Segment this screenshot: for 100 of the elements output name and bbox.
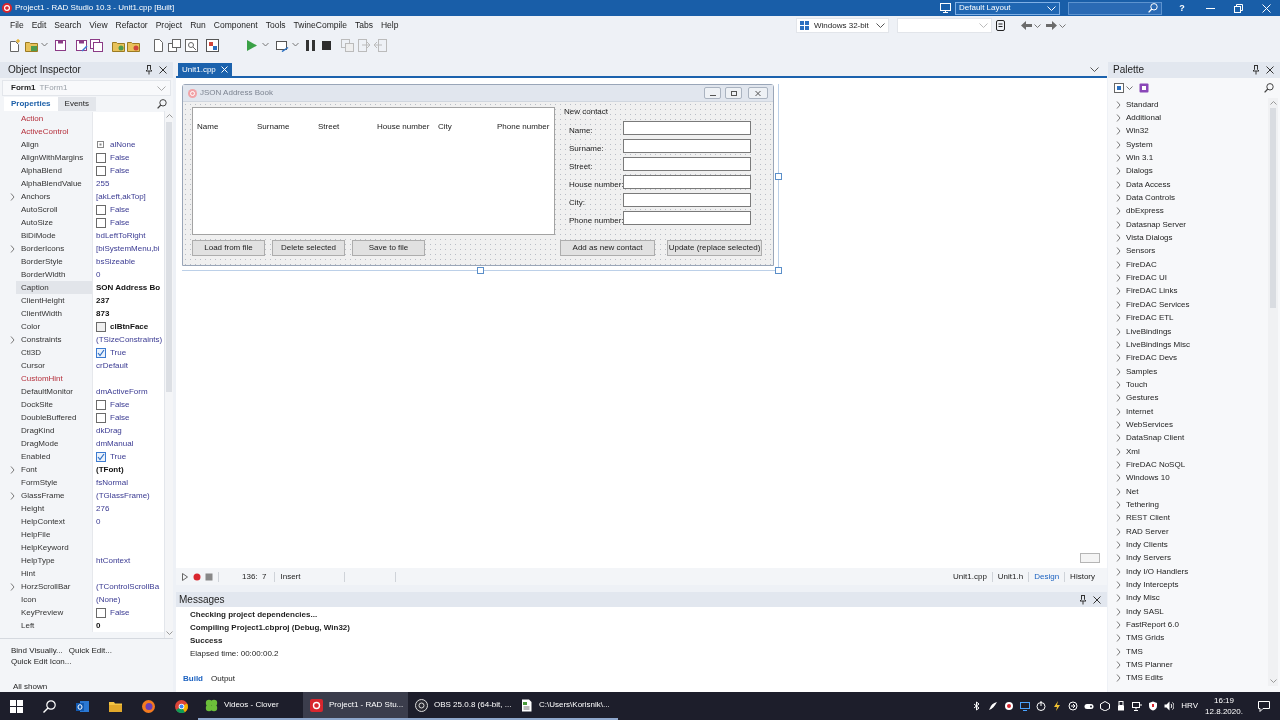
chevron-right-icon[interactable] <box>10 491 15 500</box>
palette-category[interactable]: FireDAC ETL <box>1126 314 1174 323</box>
open-folder-icon[interactable] <box>112 39 125 52</box>
chevron-right-icon[interactable] <box>1116 314 1121 323</box>
chevron-right-icon[interactable] <box>1116 154 1121 163</box>
chevron-right-icon[interactable] <box>1116 220 1121 229</box>
window-pen-icon[interactable] <box>276 39 289 52</box>
form-squares-icon[interactable] <box>206 39 219 52</box>
menu-item[interactable]: View <box>85 21 112 30</box>
palette-category[interactable]: Indy Servers <box>1126 554 1171 563</box>
maximize-button[interactable] <box>725 87 742 99</box>
power-icon[interactable] <box>1036 701 1047 711</box>
search-icon[interactable] <box>1264 83 1274 93</box>
target-icon[interactable] <box>1004 701 1015 711</box>
close-icon[interactable] <box>1093 595 1101 604</box>
forward-arrow-icon[interactable] <box>1046 21 1057 30</box>
vertical-scrollbar[interactable] <box>164 111 173 638</box>
palette-category[interactable]: WebServices <box>1126 420 1173 429</box>
resize-handle-icon[interactable] <box>775 173 782 180</box>
link[interactable]: Bind Visually... <box>11 646 63 655</box>
menu-item[interactable]: Component <box>209 21 262 30</box>
help-button[interactable]: ? <box>1176 3 1188 13</box>
palette-category[interactable]: Indy Clients <box>1126 541 1168 549</box>
chevron-right-icon[interactable] <box>1116 420 1121 429</box>
menu-item[interactable]: Search <box>50 21 86 30</box>
chevron-right-icon[interactable] <box>1116 594 1121 603</box>
toggle-icon[interactable] <box>1084 701 1095 711</box>
mail-app-icon[interactable] <box>76 699 89 713</box>
menu-item[interactable]: Tabs <box>350 21 377 30</box>
stop-icon[interactable] <box>320 39 333 52</box>
chevron-right-icon[interactable] <box>10 582 15 591</box>
chevron-right-icon[interactable] <box>1116 180 1121 189</box>
clock-time[interactable]: 16:19 <box>1214 696 1234 705</box>
hexagon-icon[interactable] <box>1100 701 1111 711</box>
chevron-right-icon[interactable] <box>1116 647 1121 656</box>
chevron-right-icon[interactable] <box>1116 434 1121 443</box>
palette-category[interactable]: dbExpress <box>1126 207 1164 216</box>
messages-tab[interactable]: Build <box>179 675 207 683</box>
chevron-right-icon[interactable] <box>1116 127 1121 136</box>
menu-item[interactable]: Tools <box>261 21 290 30</box>
chevron-right-icon[interactable] <box>1116 380 1121 389</box>
form-button[interactable]: Delete selected <box>272 240 345 256</box>
chevron-right-icon[interactable] <box>1116 460 1121 469</box>
chevron-right-icon[interactable] <box>1116 300 1121 309</box>
frame-icon[interactable] <box>1080 553 1100 563</box>
palette-category[interactable]: FireDAC UI <box>1126 274 1167 283</box>
palette-category[interactable]: FireDAC Links <box>1126 287 1178 296</box>
checkbox-icon[interactable] <box>96 165 106 176</box>
checkbox-icon[interactable] <box>96 204 106 215</box>
column-header[interactable]: Phone number <box>497 122 550 131</box>
editor-tab[interactable]: Unit1.cpp <box>178 63 232 76</box>
view-tab[interactable]: Unit1.h <box>992 572 1029 581</box>
search-field[interactable] <box>1068 1 1162 15</box>
palette-category[interactable]: Datasnap Server <box>1126 220 1187 229</box>
folder-icon[interactable] <box>109 699 122 713</box>
chevron-right-icon[interactable] <box>10 335 15 344</box>
column-header[interactable]: Surname <box>257 122 290 131</box>
resize-handle-icon[interactable] <box>775 267 782 274</box>
close-icon[interactable] <box>1266 66 1274 74</box>
chevron-right-icon[interactable] <box>1116 140 1121 149</box>
device-icon[interactable] <box>996 20 1005 31</box>
chevron-down-icon[interactable] <box>1090 66 1099 72</box>
palette-category[interactable]: Win32 <box>1126 127 1149 136</box>
checkbox-icon[interactable] <box>96 607 106 618</box>
chevron-right-icon[interactable] <box>1116 634 1121 643</box>
form-button[interactable]: Load from file <box>192 240 265 256</box>
chevron-right-icon[interactable] <box>1116 567 1121 576</box>
palette-category[interactable]: LiveBindings Misc <box>1126 340 1191 349</box>
chevron-right-icon[interactable] <box>1116 367 1121 376</box>
component-dropdown[interactable]: Form1 TForm1 <box>2 80 171 96</box>
palette-category[interactable]: Indy I/O Handlers <box>1126 567 1189 576</box>
menu-item[interactable]: Refactor <box>111 21 152 30</box>
value-field[interactable] <box>92 112 164 125</box>
menu-item[interactable]: Run <box>186 21 210 30</box>
chevron-right-icon[interactable] <box>1116 621 1121 630</box>
circle-arrow-icon[interactable] <box>1068 701 1079 711</box>
messages-tab[interactable]: Output <box>207 675 239 683</box>
column-header[interactable]: Name <box>197 122 219 131</box>
column-header[interactable]: House number <box>377 122 430 131</box>
input-field[interactable] <box>623 157 751 171</box>
run-icon[interactable] <box>245 39 258 52</box>
palette-category[interactable]: Net <box>1126 487 1139 496</box>
start-icon[interactable] <box>10 699 23 713</box>
palette-category[interactable]: LiveBindings <box>1126 327 1172 336</box>
checkbox-icon[interactable] <box>96 399 106 410</box>
chevron-right-icon[interactable] <box>1116 541 1121 549</box>
palette-category[interactable]: RAD Server <box>1126 527 1169 536</box>
open-project-icon[interactable] <box>25 39 38 52</box>
column-header[interactable]: City <box>438 122 452 131</box>
palette-category[interactable]: Win 3.1 <box>1126 154 1154 163</box>
chevron-right-icon[interactable] <box>1116 327 1121 336</box>
save-icon[interactable] <box>54 39 67 52</box>
chevron-right-icon[interactable] <box>1116 527 1121 536</box>
chevron-right-icon[interactable] <box>1116 407 1121 416</box>
chevron-right-icon[interactable] <box>1116 514 1121 523</box>
input-field[interactable] <box>623 121 751 135</box>
chevron-right-icon[interactable] <box>1116 607 1121 616</box>
chevron-right-icon[interactable] <box>1116 167 1121 176</box>
input-field[interactable] <box>623 139 751 153</box>
scroll-thumb[interactable] <box>166 122 172 392</box>
